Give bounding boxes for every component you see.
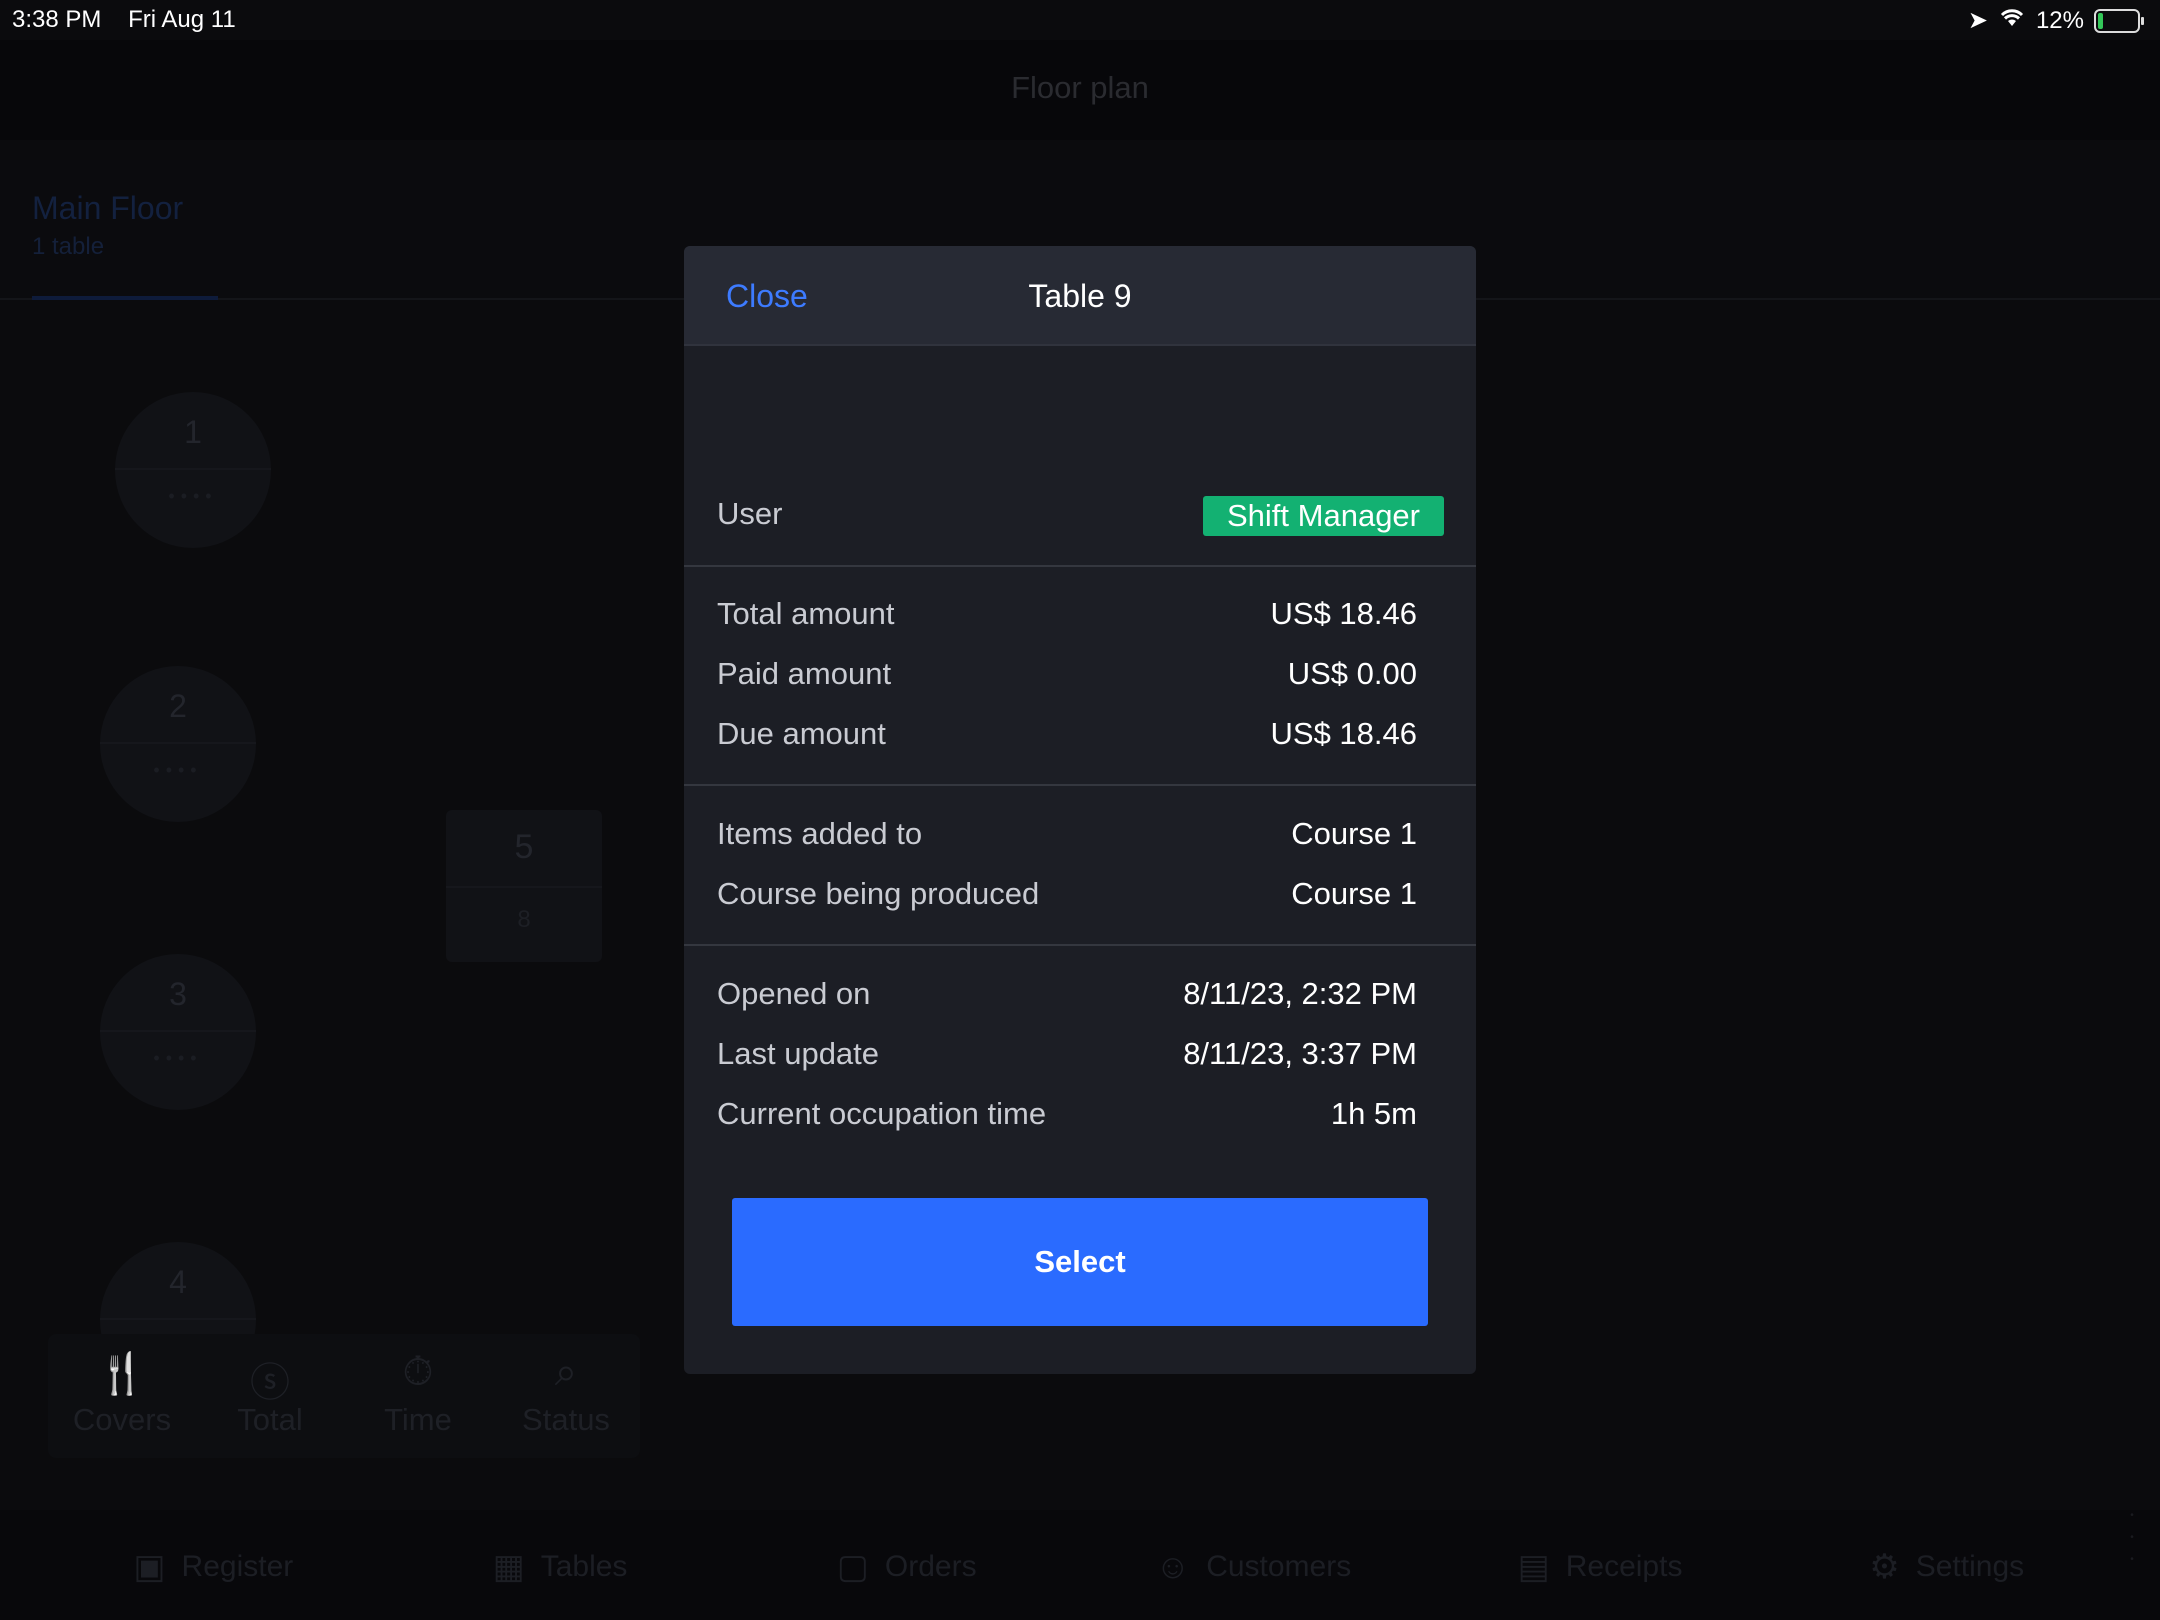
time-row-occupation: Current occupation time 1h 5m	[717, 1096, 1417, 1132]
table-divider	[100, 1318, 256, 1320]
table-seats: ••••	[153, 1048, 203, 1068]
divider	[684, 565, 1476, 567]
row-label: Course being produced	[717, 876, 1040, 911]
filter-covers[interactable]: 🍴 Covers	[48, 1334, 196, 1458]
tab-label: Receipts	[1565, 1550, 1683, 1583]
tab-receipts[interactable]: ▤ Receipts	[1427, 1510, 1774, 1620]
table-divider	[100, 1030, 256, 1032]
tab-label: Tables	[540, 1550, 628, 1583]
bag-icon: ▢	[836, 1548, 869, 1586]
table-number: 1	[184, 414, 202, 450]
amount-row-paid: Paid amount US$ 0.00	[717, 656, 1417, 692]
table-seats: ••••	[153, 760, 203, 780]
select-button[interactable]: Select	[732, 1198, 1428, 1326]
register-icon: ▣	[133, 1548, 166, 1586]
table-divider	[446, 886, 602, 888]
tab-register[interactable]: ▣ Register	[40, 1510, 387, 1620]
table-5[interactable]: 5 8	[446, 810, 602, 962]
row-value: 8/11/23, 3:37 PM	[1183, 1036, 1417, 1071]
table-1[interactable]: 1 ••••	[115, 392, 271, 548]
tab-label: Register	[181, 1550, 294, 1583]
tab-bar: ▣ Register ▦ Tables ▢ Orders ☺ Customers…	[0, 1510, 2160, 1620]
table-seats: 8	[517, 906, 531, 933]
table-number: 3	[169, 976, 187, 1012]
course-row-produced: Course being produced Course 1	[717, 876, 1417, 912]
tab-orders[interactable]: ▢ Orders	[733, 1510, 1080, 1620]
tab-tables[interactable]: ▦ Tables	[387, 1510, 734, 1620]
row-label: Opened on	[717, 976, 871, 1011]
row-label: Current occupation time	[717, 1096, 1047, 1131]
row-label: Total amount	[717, 596, 895, 631]
row-value: Course 1	[1291, 876, 1417, 911]
table-divider	[115, 468, 271, 470]
amount-row-total: Total amount US$ 18.46	[717, 596, 1417, 632]
table-seats: ••••	[168, 486, 218, 506]
tab-label: Settings	[1915, 1550, 2025, 1583]
status-date: Fri Aug 11	[128, 6, 236, 33]
filter-total[interactable]: ⓢ Total	[196, 1334, 344, 1458]
row-value: 1h 5m	[1330, 1096, 1417, 1131]
course-row-added: Items added to Course 1	[717, 816, 1417, 852]
floor-count: 1 table	[32, 233, 105, 260]
tables-icon: ▦	[492, 1548, 525, 1586]
status-bar: 3:38 PM Fri Aug 11 ➤ 12%	[0, 0, 2160, 40]
filter-status[interactable]: ⌕ Status	[492, 1334, 640, 1458]
stopwatch-icon: ⏱	[402, 1350, 434, 1394]
battery-percent: 12%	[2035, 6, 2084, 34]
fork-knife-icon: 🍴	[97, 1352, 147, 1396]
more-handle[interactable]: • • •	[2112, 1510, 2152, 1610]
search-icon: ⌕	[554, 1350, 578, 1394]
tab-customers[interactable]: ☺ Customers	[1080, 1510, 1427, 1620]
screen: 3:38 PM Fri Aug 11 ➤ 12% Floor plan Main…	[0, 0, 2160, 1620]
time-row-opened: Opened on 8/11/23, 2:32 PM	[717, 976, 1417, 1012]
divider	[684, 784, 1476, 786]
floor-tab-main[interactable]: Main Floor 1 table	[32, 190, 183, 261]
tab-label: Orders	[884, 1550, 977, 1583]
tab-settings[interactable]: ⚙ Settings	[1773, 1510, 2120, 1620]
table-number: 2	[169, 688, 187, 724]
nav-title: Floor plan	[1011, 70, 1149, 105]
floor-name: Main Floor	[32, 190, 184, 226]
gear-icon: ⚙	[1869, 1548, 1900, 1586]
receipt-icon: ▤	[1517, 1548, 1550, 1586]
filter-bar: 🍴 Covers ⓢ Total ⏱ Time ⌕ Status	[48, 1334, 640, 1458]
row-value: US$ 18.46	[1270, 716, 1418, 751]
user-badge: Shift Manager	[1203, 496, 1444, 536]
filter-label: Time	[384, 1402, 452, 1437]
status-time: 3:38 PM	[12, 6, 102, 33]
location-icon: ➤	[1967, 7, 1988, 34]
floor-tab-indicator	[32, 296, 218, 300]
wifi-icon	[1998, 6, 2026, 35]
modal-title: Table 9	[1028, 278, 1132, 314]
row-label: Paid amount	[717, 656, 892, 691]
row-label: Last update	[717, 1036, 880, 1071]
filter-label: Total	[237, 1402, 303, 1437]
row-label: Due amount	[717, 716, 886, 751]
dollar-circle-icon: ⓢ	[250, 1361, 290, 1405]
tab-label: Customers	[1206, 1550, 1352, 1583]
user-label: User	[717, 496, 783, 531]
row-value: US$ 18.46	[1270, 596, 1418, 631]
battery-icon	[2094, 8, 2144, 33]
table-divider	[100, 742, 256, 744]
row-value: Course 1	[1291, 816, 1417, 851]
table-3[interactable]: 3 ••••	[100, 954, 256, 1110]
person-icon: ☺	[1155, 1547, 1191, 1586]
filter-label: Covers	[72, 1402, 172, 1437]
row-value: 8/11/23, 2:32 PM	[1183, 976, 1417, 1011]
table-number: 5	[514, 828, 534, 866]
filter-time[interactable]: ⏱ Time	[344, 1334, 492, 1458]
table-detail-modal: Close Table 9 User Shift Manager Total a…	[684, 246, 1476, 1374]
divider	[684, 944, 1476, 946]
time-row-updated: Last update 8/11/23, 3:37 PM	[717, 1036, 1417, 1072]
filter-label: Status	[522, 1402, 610, 1437]
table-2[interactable]: 2 ••••	[100, 666, 256, 822]
row-value: US$ 0.00	[1287, 656, 1417, 691]
row-label: Items added to	[717, 816, 923, 851]
modal-header: Close Table 9	[684, 246, 1476, 346]
amount-row-due: Due amount US$ 18.46	[717, 716, 1417, 752]
table-number: 4	[169, 1264, 187, 1300]
